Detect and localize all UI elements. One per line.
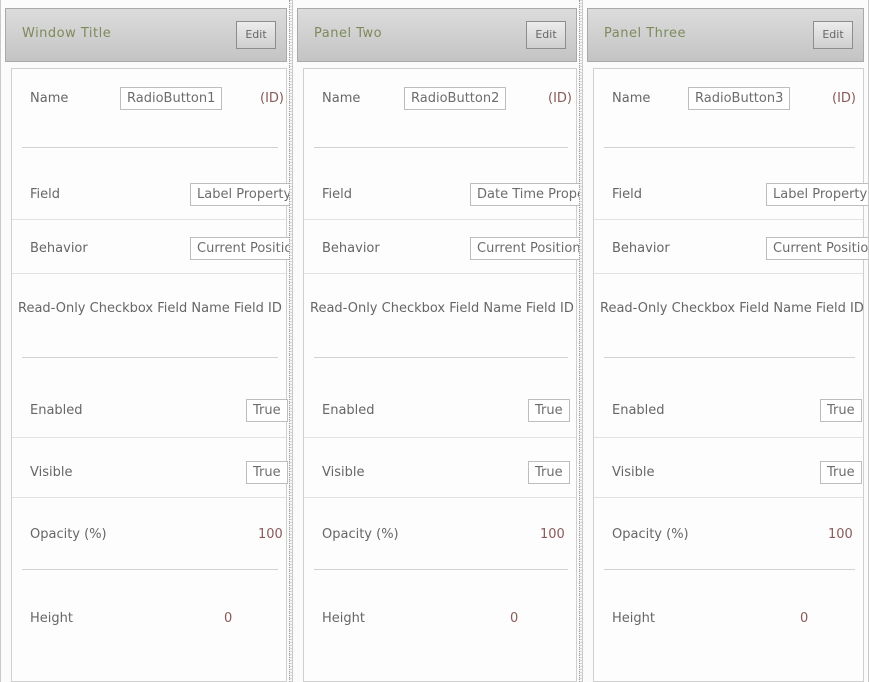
panel-header: Window Title Edit — [5, 8, 287, 62]
panel-header-button[interactable]: Edit — [236, 21, 276, 49]
visible-label: Visible — [30, 465, 73, 480]
name-field[interactable]: RadioButton1 — [120, 87, 223, 110]
panel-header-button[interactable]: Edit — [526, 21, 566, 49]
behavior-label: Behavior — [612, 241, 670, 256]
divider — [304, 273, 576, 274]
visible-value[interactable]: True — [246, 461, 288, 484]
opacity-value[interactable]: 100 — [258, 527, 283, 542]
name-label: Name — [30, 91, 69, 106]
behavior-value[interactable]: Current Position — [766, 237, 868, 260]
divider — [594, 273, 863, 274]
long-row-text: Read-Only Checkbox Field Name Field ID — [18, 301, 282, 316]
field-value[interactable]: Label Property — [766, 183, 868, 206]
name-label: Name — [612, 91, 651, 106]
panel-header-button[interactable]: Edit — [813, 21, 853, 49]
panel-title: Panel Two — [314, 26, 383, 41]
visible-value[interactable]: True — [820, 461, 862, 484]
divider — [12, 219, 286, 220]
name-extra: (ID) — [832, 91, 856, 106]
divider — [12, 273, 286, 274]
behavior-label: Behavior — [30, 241, 88, 256]
divider — [604, 147, 855, 148]
enabled-value[interactable]: True — [528, 399, 570, 422]
panel-title: Window Title — [22, 26, 112, 41]
enabled-label: Enabled — [322, 403, 375, 418]
opacity-label: Opacity (%) — [30, 527, 107, 542]
opacity-label: Opacity (%) — [612, 527, 689, 542]
divider — [314, 147, 568, 148]
property-panels-window: Window Title Edit Name RadioButton1 (ID)… — [0, 0, 869, 682]
visible-value[interactable]: True — [528, 461, 570, 484]
panel-header: Panel Two Edit — [297, 8, 577, 62]
divider — [22, 569, 278, 570]
divider — [12, 437, 286, 438]
divider — [594, 219, 863, 220]
divider — [594, 497, 863, 498]
divider — [604, 569, 855, 570]
field-label: Field — [612, 187, 643, 202]
property-panel-2: Panel Two Edit Name RadioButton2 (ID) Fi… — [292, 0, 582, 682]
divider — [22, 357, 278, 358]
name-field[interactable]: RadioButton3 — [688, 87, 791, 110]
opacity-label: Opacity (%) — [322, 527, 399, 542]
enabled-value[interactable]: True — [246, 399, 288, 422]
divider — [604, 357, 855, 358]
opacity-value[interactable]: 100 — [540, 527, 565, 542]
field-label: Field — [30, 187, 61, 202]
property-panel-1: Window Title Edit Name RadioButton1 (ID)… — [0, 0, 292, 682]
divider — [594, 437, 863, 438]
divider — [314, 569, 568, 570]
name-field[interactable]: RadioButton2 — [404, 87, 507, 110]
behavior-value[interactable]: Current Position — [190, 237, 291, 260]
panel-body: Name RadioButton3 (ID) Field Label Prope… — [593, 68, 868, 682]
panel-body: Name RadioButton1 (ID) Field Label Prope… — [11, 68, 291, 682]
height-value[interactable]: 0 — [510, 611, 518, 626]
divider — [314, 357, 568, 358]
divider — [304, 437, 576, 438]
visible-label: Visible — [322, 465, 365, 480]
behavior-label: Behavior — [322, 241, 380, 256]
enabled-value[interactable]: True — [820, 399, 862, 422]
name-extra: (ID) — [260, 91, 284, 106]
name-extra: (ID) — [548, 91, 572, 106]
height-value[interactable]: 0 — [224, 611, 232, 626]
name-label: Name — [322, 91, 361, 106]
divider — [12, 497, 286, 498]
divider — [304, 219, 576, 220]
behavior-value[interactable]: Current Position — [470, 237, 581, 260]
height-label: Height — [612, 611, 655, 626]
field-value[interactable]: Label Property — [190, 183, 291, 206]
panel-body: Name RadioButton2 (ID) Field Date Time P… — [303, 68, 581, 682]
panel-header: Panel Three Edit — [587, 8, 864, 62]
long-row-text: Read-Only Checkbox Field Name Field ID — [600, 301, 864, 316]
visible-label: Visible — [612, 465, 655, 480]
panel-title: Panel Three — [604, 26, 686, 41]
divider — [304, 497, 576, 498]
divider — [22, 147, 278, 148]
long-row-text: Read-Only Checkbox Field Name Field ID — [310, 301, 574, 316]
field-label: Field — [322, 187, 353, 202]
property-panel-3: Panel Three Edit Name RadioButton3 (ID) … — [582, 0, 869, 682]
enabled-label: Enabled — [612, 403, 665, 418]
field-value[interactable]: Date Time Property — [470, 183, 581, 206]
height-label: Height — [30, 611, 73, 626]
height-label: Height — [322, 611, 365, 626]
opacity-value[interactable]: 100 — [828, 527, 853, 542]
enabled-label: Enabled — [30, 403, 83, 418]
height-value[interactable]: 0 — [800, 611, 808, 626]
